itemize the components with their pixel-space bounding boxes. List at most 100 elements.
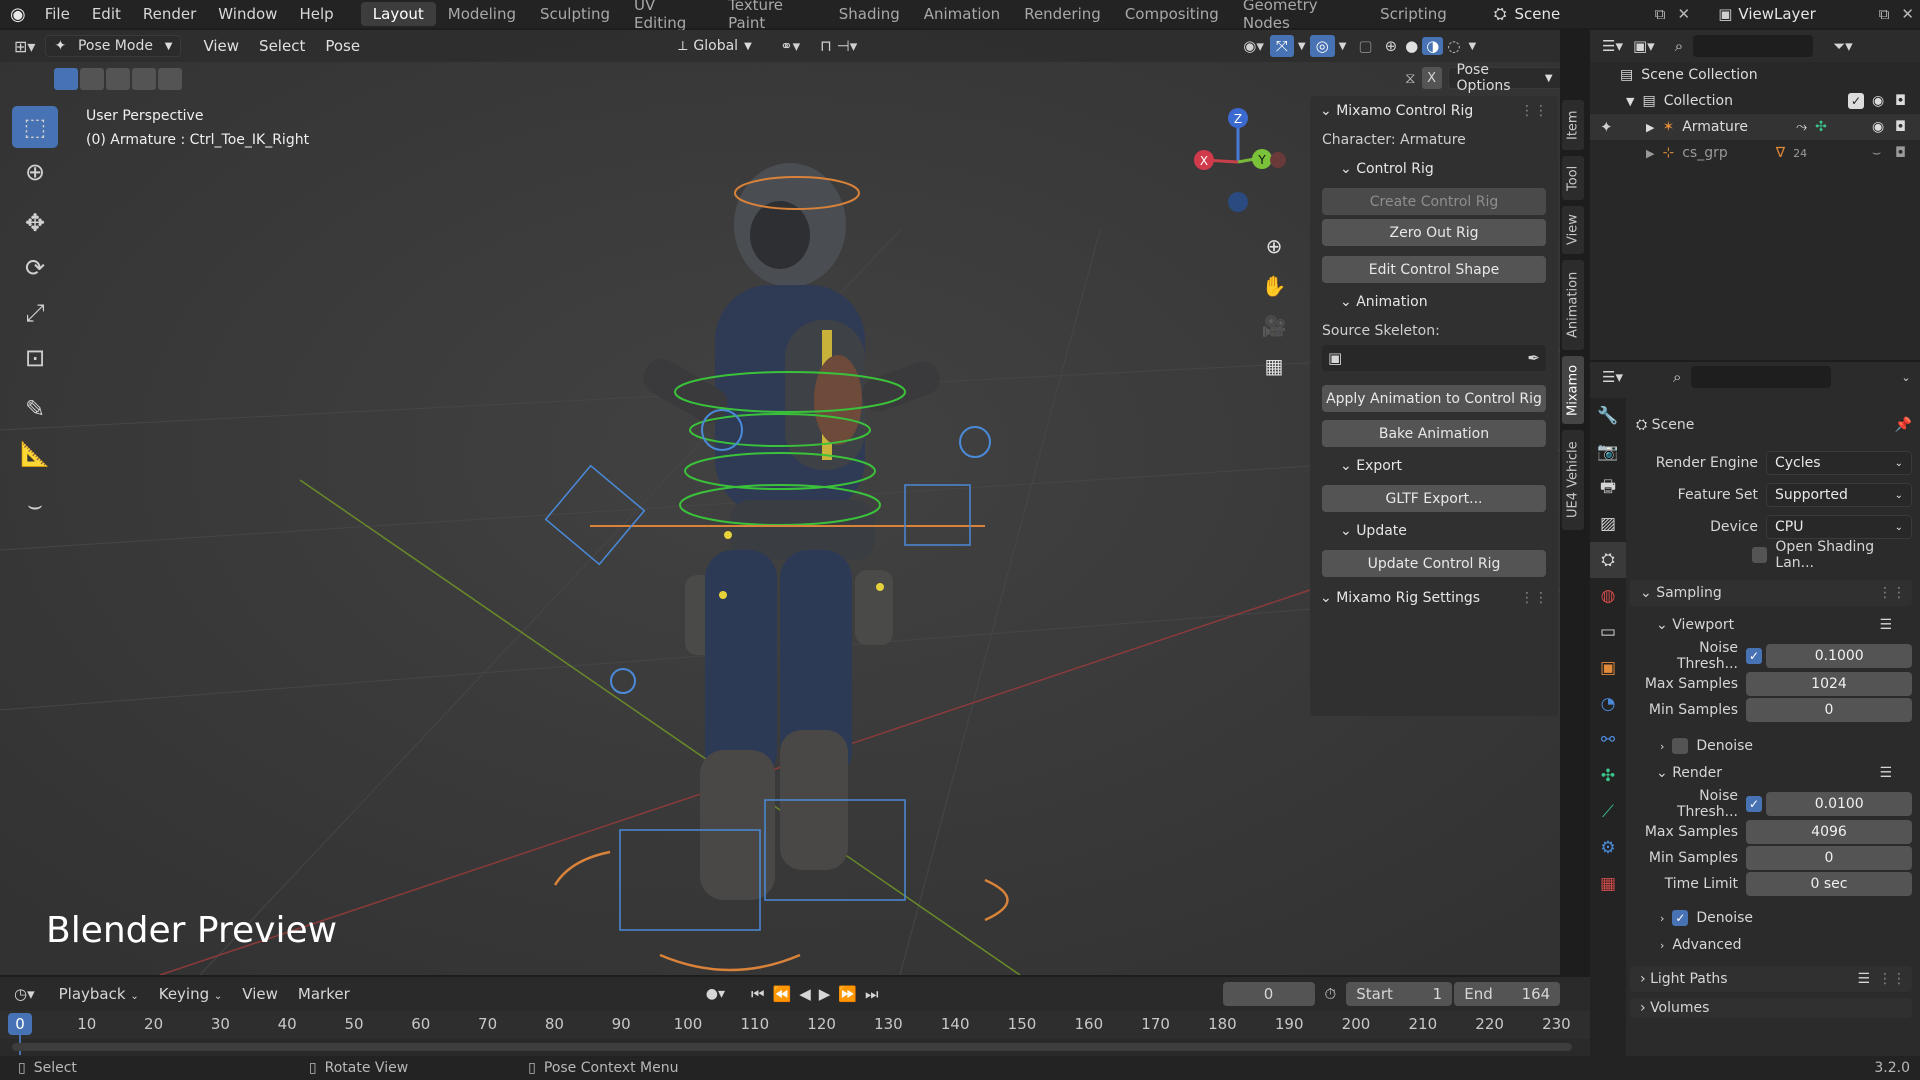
time-limit-field[interactable]: 0 sec — [1746, 872, 1912, 896]
apply-animation-button[interactable]: Apply Animation to Control Rig — [1322, 385, 1546, 412]
material-shading-icon[interactable]: ◑ — [1422, 37, 1444, 55]
transform-orientation-dropdown[interactable]: ⟂ Global ▼ — [670, 35, 770, 57]
volumes-header[interactable]: › Volumes — [1630, 998, 1912, 1018]
sidebar-tab-item[interactable]: Item — [1562, 100, 1584, 150]
edit-control-shape-button[interactable]: Edit Control Shape — [1322, 256, 1546, 283]
scale-tool[interactable]: ⤢ — [12, 292, 58, 334]
vp-denoise-row[interactable]: › Denoise — [1636, 733, 1912, 759]
pivot-icon[interactable]: ⚭▾ — [770, 37, 810, 55]
eyedropper-icon[interactable]: ✒ — [1527, 349, 1540, 367]
play-icon[interactable]: ▶ — [815, 985, 835, 1003]
light-paths-header[interactable]: › Light Paths ☰ ⋮⋮ — [1630, 966, 1912, 992]
outliner-cs-grp[interactable]: ▶ ⊹ cs_grp ∇ 24 ⌣ ◘ — [1590, 140, 1920, 166]
new-view-layer-icon[interactable]: ⧉ — [1873, 5, 1896, 23]
stopwatch-icon[interactable]: ⏱ — [1315, 985, 1347, 1003]
camera-render-icon[interactable]: ◘ — [1895, 93, 1906, 109]
delete-view-layer-icon[interactable]: ✕ — [1895, 5, 1920, 23]
view-layer-props-icon[interactable]: ▨ — [1590, 506, 1626, 542]
r-noise-field[interactable]: 0.0100 — [1766, 792, 1912, 816]
menu-window[interactable]: Window — [207, 5, 288, 23]
camera-render-icon[interactable]: ◘ — [1895, 119, 1906, 135]
jump-end-icon[interactable]: ⏭ — [861, 985, 883, 1003]
search-icon[interactable]: ⌕ — [1673, 368, 1681, 386]
menu-render[interactable]: Render — [132, 5, 207, 23]
editor-type-icon[interactable]: ⊞▾ — [0, 37, 45, 56]
pan-hand-icon[interactable]: ✋ — [1256, 268, 1292, 304]
end-frame-field[interactable]: End 164 — [1454, 982, 1561, 1006]
timeline-ruler[interactable]: 0 10 20 30 40 50 60 70 80 90 100 110 120 130 140 150 16… — [0, 1011, 1590, 1055]
hidden-eye-icon[interactable]: ⌣ — [1872, 145, 1881, 161]
pose-options-dropdown[interactable]: Pose Options ▼ — [1447, 62, 1560, 94]
filter-icon[interactable]: ⏷▾ — [1833, 37, 1853, 55]
exclude-checkbox[interactable]: ✓ — [1848, 93, 1864, 109]
select-new-icon[interactable] — [54, 68, 78, 90]
zoom-icon[interactable]: ⊕ — [1256, 228, 1292, 264]
create-control-rig-button[interactable]: Create Control Rig — [1322, 188, 1546, 215]
constraints-props-icon[interactable]: ⚯ — [1590, 722, 1626, 758]
tab-sculpting[interactable]: Sculpting — [528, 2, 622, 26]
menu-edit[interactable]: Edit — [81, 5, 132, 23]
tab-animation[interactable]: Animation — [912, 2, 1012, 26]
new-scene-icon[interactable]: ⧉ — [1649, 5, 1672, 23]
eye-icon[interactable]: ◉ — [1872, 119, 1884, 135]
vp-denoise-checkbox[interactable] — [1672, 738, 1689, 754]
render-props-icon[interactable]: 📷 — [1590, 434, 1626, 470]
prev-keyframe-icon[interactable]: ⏪ — [769, 985, 796, 1003]
source-skeleton-field[interactable]: ▣ ✒ — [1322, 345, 1546, 371]
search-icon[interactable]: ⌕ — [1675, 37, 1683, 55]
view-layer-icon[interactable]: ▣ — [1712, 5, 1738, 23]
sidebar-tab-view[interactable]: View — [1562, 206, 1584, 254]
mixamo-control-rig-header[interactable]: ⌄ Mixamo Control Rig ⋮⋮ — [1310, 96, 1558, 126]
feature-set-dropdown[interactable]: Supported ⌄ — [1766, 483, 1912, 507]
visibility-icon[interactable]: ◉▾ — [1237, 37, 1270, 55]
tab-scripting[interactable]: Scripting — [1368, 2, 1459, 26]
r-denoise-checkbox[interactable]: ✓ — [1672, 910, 1689, 926]
menu-help[interactable]: Help — [288, 5, 344, 23]
sidebar-tab-ue4-vehicle[interactable]: UE4 Vehicle — [1562, 430, 1584, 530]
timeline-menu-marker[interactable]: Marker — [288, 985, 360, 1003]
bone-constraints-props-icon[interactable]: ⚙ — [1590, 830, 1626, 866]
render-engine-dropdown[interactable]: Cycles ⌄ — [1766, 451, 1912, 475]
ortho-grid-icon[interactable]: ▦ — [1256, 348, 1292, 384]
start-frame-field[interactable]: Start 1 — [1346, 982, 1453, 1006]
drag-handle-icon[interactable]: ⋮⋮ — [1520, 103, 1548, 119]
timeline-scrollbar[interactable] — [12, 1043, 1572, 1051]
sidebar-tab-animation[interactable]: Animation — [1562, 260, 1584, 350]
chevron-down-icon[interactable]: ▼ — [1464, 41, 1480, 52]
xray-icon[interactable]: ▢ — [1350, 37, 1380, 55]
select-box-tool[interactable]: ⬚ — [12, 106, 58, 148]
presets-list-icon[interactable]: ☰ — [1879, 765, 1912, 781]
eye-icon[interactable]: ◉ — [1872, 93, 1884, 109]
update-subheader[interactable]: ⌄ Update — [1310, 516, 1558, 546]
timeline-editor-icon[interactable]: ◷▾ — [0, 985, 49, 1003]
tool-props-icon[interactable]: 🔧 — [1590, 398, 1626, 434]
timeline-menu-keying[interactable]: Keying ⌄ — [149, 985, 233, 1003]
export-subheader[interactable]: ⌄ Export — [1310, 451, 1558, 481]
select-intersect-icon[interactable] — [158, 68, 182, 90]
delete-scene-icon[interactable]: ✕ — [1672, 5, 1697, 23]
bone-props-icon[interactable]: ⟋ — [1590, 794, 1626, 830]
timeline-menu-view[interactable]: View — [232, 985, 288, 1003]
chevron-right-icon[interactable]: ▶ — [1646, 147, 1654, 160]
next-keyframe-icon[interactable]: ⏩ — [834, 985, 861, 1003]
drag-handle-icon[interactable]: ⋮⋮ — [1520, 590, 1548, 606]
zero-out-rig-button[interactable]: Zero Out Rig — [1322, 219, 1546, 246]
navigation-gizmo[interactable]: Z Y X — [1180, 102, 1300, 222]
control-rig-subheader[interactable]: ⌄ Control Rig — [1310, 154, 1558, 184]
play-reverse-icon[interactable]: ◀ — [795, 985, 815, 1003]
presets-list-icon[interactable]: ☰ — [1857, 971, 1878, 987]
viewport-menu-view[interactable]: View — [193, 37, 249, 55]
display-mode-icon[interactable]: ▣▾ — [1633, 37, 1655, 55]
x-axis-toggle[interactable]: X — [1421, 67, 1442, 89]
vp-max-samples-field[interactable]: 1024 — [1746, 672, 1912, 696]
menu-file[interactable]: File — [34, 5, 81, 23]
vp-noise-checkbox[interactable]: ✓ — [1746, 648, 1762, 664]
tab-layout[interactable]: Layout — [360, 2, 436, 26]
cursor-tool[interactable]: ⊕ — [12, 151, 58, 193]
wireframe-shading-icon[interactable]: ⊕ — [1381, 37, 1402, 55]
advanced-subheader[interactable]: › Advanced — [1636, 932, 1912, 958]
viewport-menu-pose[interactable]: Pose — [315, 37, 370, 55]
camera-render-icon[interactable]: ◘ — [1895, 145, 1906, 161]
chevron-down-icon[interactable]: ▼ — [1626, 95, 1634, 108]
tab-compositing[interactable]: Compositing — [1113, 2, 1231, 26]
